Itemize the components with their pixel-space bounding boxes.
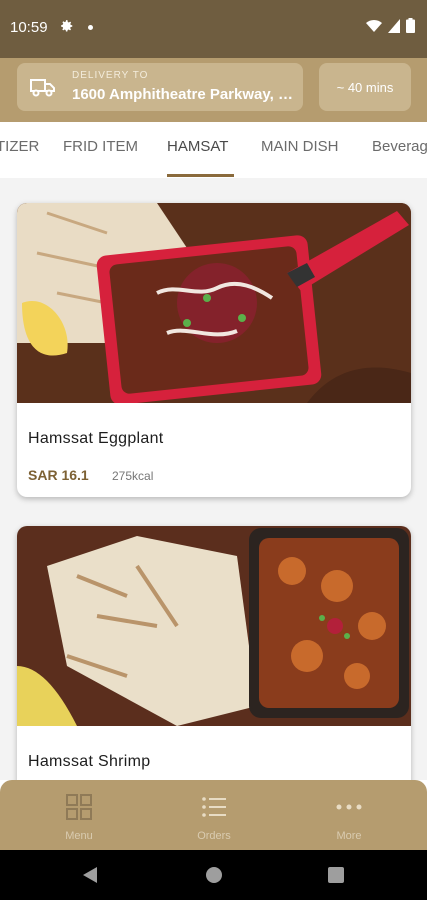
delivery-address-button[interactable]: DELIVERY TO 1600 Amphitheatre Parkway, M… (17, 63, 303, 111)
menu-item-kcal: 275kcal (112, 469, 154, 483)
settings-gear-icon (61, 20, 73, 32)
dish-image-eggplant (17, 203, 411, 403)
list-icon (202, 797, 226, 817)
delivery-label: DELIVERY TO (72, 70, 149, 81)
status-icons (366, 18, 415, 33)
menu-list[interactable]: Hamssat Eggplant SAR 16.1 275kcal Hamssa… (0, 178, 427, 780)
menu-item-name: Hamssat Shrimp (28, 753, 151, 770)
nav-menu-label: Menu (65, 830, 93, 842)
tab-appetizer[interactable]: TIZER (0, 138, 39, 155)
nav-orders-label: Orders (197, 830, 231, 842)
system-navigation-bar (0, 850, 427, 900)
status-time: 10:59 (10, 19, 48, 36)
wifi-icon (366, 19, 382, 32)
delivery-truck-icon (30, 79, 55, 97)
delivery-address: 1600 Amphitheatre Parkway, Mountain View (72, 86, 297, 103)
tab-beverages[interactable]: Beverag (372, 138, 427, 155)
menu-item-card[interactable]: Hamssat Eggplant SAR 16.1 275kcal (17, 203, 411, 497)
tab-frid-item[interactable]: FRID ITEM (63, 138, 138, 155)
eta-button[interactable]: ~ 40 mins (319, 63, 411, 111)
nav-more[interactable]: More (289, 780, 409, 850)
bottom-navigation: Menu Orders More (0, 780, 427, 850)
app-header: 10:59 DELIVERY TO 1600 Amphitheatre Park… (0, 0, 427, 122)
grid-icon (66, 794, 92, 820)
nav-orders[interactable]: Orders (154, 780, 274, 850)
tab-hamsat[interactable]: HAMSAT (167, 138, 228, 155)
notification-dot-icon (88, 25, 93, 30)
tab-main-dish[interactable]: MAIN DISH (261, 138, 339, 155)
menu-item-price: SAR 16.1 (28, 467, 89, 483)
home-icon[interactable] (205, 866, 223, 884)
active-tab-indicator (167, 174, 234, 177)
eta-label: ~ 40 mins (336, 79, 394, 95)
back-icon[interactable] (82, 866, 98, 884)
nav-more-label: More (336, 830, 362, 842)
recents-icon[interactable] (328, 867, 344, 883)
dish-image-shrimp (17, 526, 411, 726)
signal-icon (388, 18, 400, 33)
status-bar: 10:59 (0, 0, 427, 58)
menu-item-card[interactable]: Hamssat Shrimp (17, 526, 411, 780)
nav-menu[interactable]: Menu (19, 780, 139, 850)
more-dots-icon (336, 804, 362, 810)
battery-icon (406, 18, 415, 33)
category-tabs: TIZER FRID ITEM HAMSAT MAIN DISH Beverag (0, 122, 427, 178)
menu-item-name: Hamssat Eggplant (28, 430, 164, 447)
